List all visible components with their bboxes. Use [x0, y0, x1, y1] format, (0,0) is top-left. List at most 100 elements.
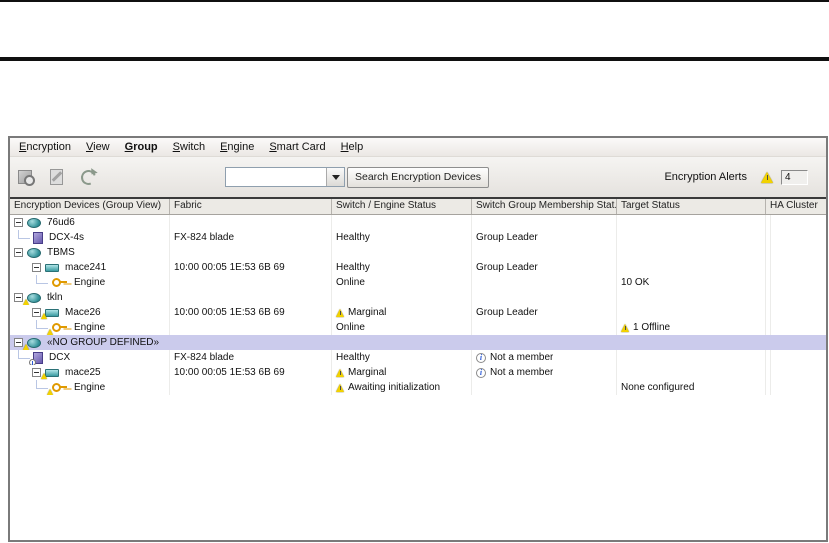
table-row[interactable]: EngineOnline10 OK: [10, 275, 826, 290]
cell-ha-cluster: [766, 380, 771, 395]
table-row[interactable]: TBMS: [10, 245, 826, 260]
engine-icon: [51, 277, 68, 288]
table-row[interactable]: mace2510:00 00:05 1E:53 6B 69MarginalNot…: [10, 365, 826, 380]
cell-target-status: [617, 215, 766, 230]
cell-fabric: 10:00 00:05 1E:53 6B 69: [170, 260, 332, 275]
cell-membership-status: [472, 380, 617, 395]
switch-icon: [45, 264, 59, 272]
menu-group[interactable]: Group: [125, 141, 158, 153]
expander-icon[interactable]: [14, 218, 23, 227]
menu-encryption[interactable]: Encryption: [19, 141, 71, 153]
column-header[interactable]: HA Cluster: [766, 199, 826, 214]
cell-ha-cluster: [766, 290, 771, 305]
column-header[interactable]: Switch Group Membership Stat..: [472, 199, 617, 214]
cell-text: Group Leader: [476, 262, 538, 273]
info-icon: [476, 368, 486, 378]
node-icon-wrap: [45, 369, 59, 377]
cell-ha-cluster: [766, 275, 771, 290]
node-icon-wrap: [27, 218, 41, 228]
cell-text: Group Leader: [476, 232, 538, 243]
column-header[interactable]: Switch / Engine Status: [332, 199, 472, 214]
tree-connector-icon: [36, 320, 48, 329]
alert-count-field[interactable]: 4: [781, 170, 808, 185]
cell-text: Group Leader: [476, 307, 538, 318]
refresh-icon: [79, 168, 97, 186]
cell-membership-status: [472, 275, 617, 290]
cell-fabric: FX-824 blade: [170, 350, 332, 365]
group-icon: [27, 338, 41, 348]
cell-fabric: [170, 290, 332, 305]
edit-button[interactable]: [45, 165, 69, 189]
cell-target-status: [617, 350, 766, 365]
encryption-center-window: Encryption View Group Switch Engine Smart Car…: [8, 136, 828, 542]
expander-icon[interactable]: [14, 338, 23, 347]
warning-icon: [336, 309, 344, 317]
table-row[interactable]: EngineOnline1 Offline: [10, 320, 826, 335]
cell-membership-status: Not a member: [472, 350, 617, 365]
cell-target-status: [617, 335, 766, 350]
cell-switch-engine-status: [332, 335, 472, 350]
cell-tree: DCX: [10, 350, 170, 365]
cell-fabric: [170, 320, 332, 335]
expander-icon[interactable]: [32, 263, 41, 272]
column-header[interactable]: Fabric: [170, 199, 332, 214]
node-icon-wrap: [33, 232, 43, 244]
cell-ha-cluster: [766, 245, 771, 260]
table-row[interactable]: DCX-4sFX-824 bladeHealthyGroup Leader: [10, 230, 826, 245]
table-header: Encryption Devices (Group View)FabricSwi…: [10, 199, 826, 215]
cell-tree: mace241: [10, 260, 170, 275]
search-combobox[interactable]: [225, 167, 345, 187]
warning-icon: [336, 369, 344, 377]
menu-engine[interactable]: Engine: [220, 141, 254, 153]
edit-icon: [48, 168, 66, 186]
search-input[interactable]: [226, 168, 326, 186]
cell-membership-status: Group Leader: [472, 230, 617, 245]
cell-text: None configured: [621, 382, 694, 393]
menu-view[interactable]: View: [86, 141, 110, 153]
expander-icon[interactable]: [14, 293, 23, 302]
cell-switch-engine-status: [332, 290, 472, 305]
refresh-button[interactable]: [76, 165, 100, 189]
column-header[interactable]: Target Status: [617, 199, 766, 214]
cell-target-status: [617, 260, 766, 275]
warning-icon[interactable]: [761, 172, 773, 183]
cell-target-status: [617, 230, 766, 245]
expander-icon[interactable]: [32, 368, 41, 377]
cell-target-status: [617, 245, 766, 260]
menu-switch[interactable]: Switch: [173, 141, 205, 153]
cell-fabric: [170, 275, 332, 290]
dropdown-button[interactable]: [326, 168, 344, 186]
menu-smart-card[interactable]: Smart Card: [269, 141, 325, 153]
search-encryption-devices-button[interactable]: Search Encryption Devices: [347, 167, 489, 188]
cell-fabric: 10:00 00:05 1E:53 6B 69: [170, 365, 332, 380]
cell-membership-status: Group Leader: [472, 305, 617, 320]
expander-icon[interactable]: [14, 248, 23, 257]
expander-icon[interactable]: [32, 308, 41, 317]
cell-text: 10 OK: [621, 277, 649, 288]
cell-switch-engine-status: [332, 245, 472, 260]
node-label: 76ud6: [47, 217, 75, 228]
cell-text: Healthy: [336, 352, 370, 363]
encryption-alerts-label: Encryption Alerts: [664, 171, 747, 183]
menu-help[interactable]: Help: [341, 141, 364, 153]
cell-membership-status: [472, 335, 617, 350]
table-row[interactable]: DCXFX-824 blade Healthy Not a member: [10, 350, 826, 365]
cell-fabric: [170, 245, 332, 260]
cell-ha-cluster: [766, 335, 771, 350]
table-row[interactable]: tkln: [10, 290, 826, 305]
node-icon-wrap: [45, 264, 59, 272]
table-row[interactable]: EngineAwaiting initializationNone config…: [10, 380, 826, 395]
table-row[interactable]: Mace2610:00 00:05 1E:53 6B 69MarginalGro…: [10, 305, 826, 320]
node-label: Engine: [74, 277, 105, 288]
table-row[interactable]: mace24110:00 00:05 1E:53 6B 69HealthyGro…: [10, 260, 826, 275]
table-row[interactable]: «NO GROUP DEFINED»: [10, 335, 826, 350]
cell-membership-status: [472, 245, 617, 260]
cell-target-status: [617, 305, 766, 320]
table-row[interactable]: 76ud6: [10, 215, 826, 230]
cell-text: Awaiting initialization: [348, 382, 440, 393]
node-icon-wrap: [27, 248, 41, 258]
column-header[interactable]: Encryption Devices (Group View): [10, 199, 170, 214]
view-device-button[interactable]: [14, 165, 38, 189]
cell-fabric: [170, 215, 332, 230]
cell-fabric: FX-824 blade: [170, 230, 332, 245]
